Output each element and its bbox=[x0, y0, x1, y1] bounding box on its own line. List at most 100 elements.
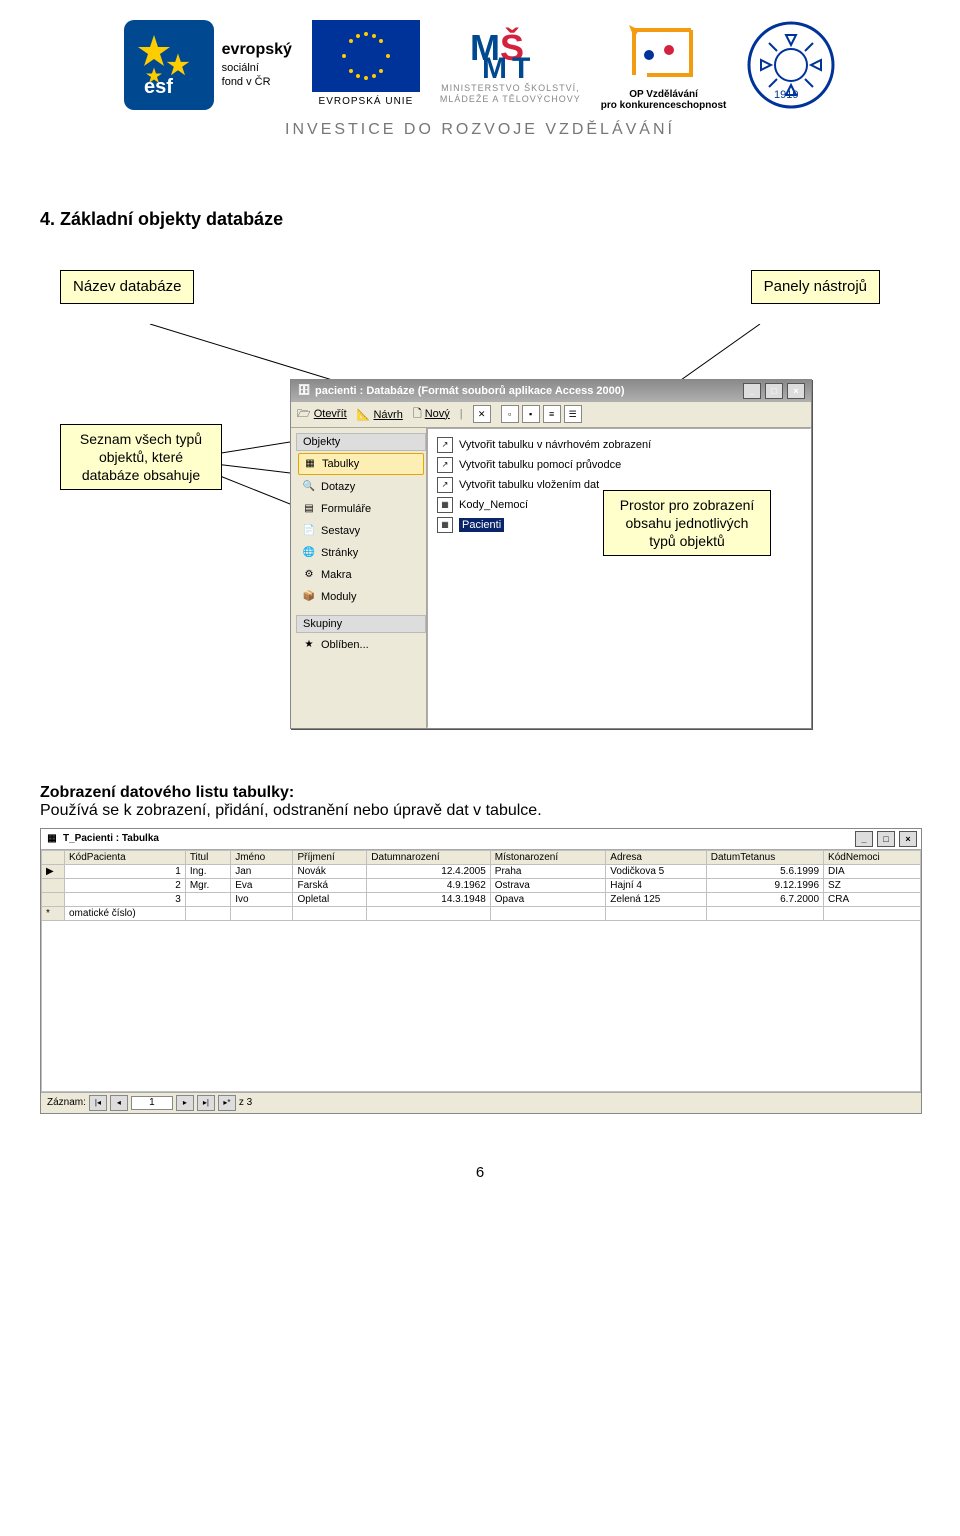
col-kodpacienta[interactable]: KódPacienta bbox=[65, 850, 186, 864]
esf-line3: fond v ČR bbox=[222, 76, 271, 88]
opvk-text: OP Vzdělávání pro konkurenceschopnost bbox=[601, 89, 727, 111]
table-title-text: T_Pacienti : Tabulka bbox=[63, 833, 159, 844]
sidebar-item-pages[interactable]: 🌐Stránky bbox=[298, 543, 424, 563]
sidebar-item-tables[interactable]: ▦Tabulky bbox=[298, 453, 424, 475]
macro-icon: ⚙ bbox=[302, 568, 316, 582]
table-row[interactable]: 2 Mgr. Eva Farská 4.9.1962 Ostrava Hajní… bbox=[42, 878, 921, 892]
db-title-text: pacienti : Databáze (Formát souborů apli… bbox=[315, 385, 625, 397]
design-button[interactable]: 📐 Návrh bbox=[357, 408, 403, 421]
svg-text:M: M bbox=[482, 52, 507, 80]
page-icon: 🌐 bbox=[302, 546, 316, 560]
sidebar-item-queries[interactable]: 🔍Dotazy bbox=[298, 477, 424, 497]
svg-text:T: T bbox=[512, 52, 530, 80]
table-icon: ▦ bbox=[45, 832, 59, 846]
table-icon: ▦ bbox=[437, 497, 453, 513]
db-titlebar[interactable]: 🗄 pacienti : Databáze (Formát souborů ap… bbox=[291, 380, 811, 402]
form-icon: ▤ bbox=[302, 502, 316, 516]
col-adresa[interactable]: Adresa bbox=[606, 850, 706, 864]
close-button[interactable]: × bbox=[787, 383, 805, 399]
esf-line2: sociální bbox=[222, 62, 259, 74]
star-icon: ★ bbox=[302, 638, 316, 652]
open-button[interactable]: 🗁 Otevřít bbox=[297, 405, 347, 424]
module-icon: 📦 bbox=[302, 590, 316, 604]
maximize-button[interactable]: □ bbox=[765, 383, 783, 399]
svg-text:esf: esf bbox=[144, 76, 173, 98]
table-icon: ▦ bbox=[303, 457, 317, 471]
callout-db-name: Název databáze bbox=[60, 270, 194, 304]
sidebar-item-reports[interactable]: 📄Sestavy bbox=[298, 521, 424, 541]
nav-next-button[interactable]: ▸ bbox=[176, 1095, 194, 1111]
nav-first-button[interactable]: |◂ bbox=[89, 1095, 107, 1111]
tagline: INVESTICE DO ROZVOJE VZDĚLÁVÁNÍ bbox=[40, 121, 920, 139]
cog-logo-icon: 1919 bbox=[746, 20, 836, 110]
new-button[interactable]: 🗋 Nový bbox=[413, 405, 450, 424]
wizard-icon: ↗ bbox=[437, 457, 453, 473]
msmt-icon: M Š M T bbox=[470, 20, 550, 80]
esf-line1: evropský bbox=[222, 41, 292, 58]
esf-badge-icon: esf bbox=[124, 20, 214, 110]
sidebar-item-modules[interactable]: 📦Moduly bbox=[298, 587, 424, 607]
opvk-icon bbox=[619, 20, 709, 86]
msmt-text: MINISTERSTVO ŠKOLSTVÍ, MLÁDEŽE A TĚLOVÝC… bbox=[440, 83, 581, 105]
db-window: 🗄 pacienti : Databáze (Formát souborů ap… bbox=[290, 379, 812, 729]
view-detail-icon[interactable]: ☰ bbox=[564, 405, 582, 423]
subsection-body: Používá se k zobrazení, přidání, odstran… bbox=[40, 802, 542, 819]
wizard-icon: ↗ bbox=[437, 477, 453, 493]
esf-text: evropský sociální fond v ČR bbox=[222, 40, 292, 89]
db-sidebar-header: Objekty bbox=[296, 433, 426, 451]
wizard-icon: ↗ bbox=[437, 437, 453, 453]
datasheet[interactable]: KódPacienta Titul Jméno Příjmení Datumna… bbox=[41, 850, 921, 921]
section-title: 4. Základní objekty databáze bbox=[40, 209, 920, 230]
eu-flag-icon bbox=[312, 20, 420, 92]
table-row-new[interactable]: * omatické číslo) bbox=[42, 906, 921, 920]
header-logos: esf evropský sociální fond v ČR bbox=[40, 20, 920, 111]
view-large-icon[interactable]: ▫ bbox=[501, 405, 519, 423]
view-small-icon[interactable]: ▪ bbox=[522, 405, 540, 423]
col-kodnemoci[interactable]: KódNemoci bbox=[824, 850, 921, 864]
nav-last-button[interactable]: ▸| bbox=[197, 1095, 215, 1111]
subsection: Zobrazení datového listu tabulky: Použív… bbox=[40, 784, 920, 820]
nav-total: z 3 bbox=[239, 1097, 252, 1108]
sidebar-item-forms[interactable]: ▤Formuláře bbox=[298, 499, 424, 519]
view-list-icon[interactable]: ≡ bbox=[543, 405, 561, 423]
col-titul[interactable]: Titul bbox=[185, 850, 230, 864]
db-icon: 🗄 bbox=[297, 384, 311, 398]
minimize-button[interactable]: _ bbox=[855, 831, 873, 847]
close-button[interactable]: × bbox=[899, 831, 917, 847]
table-window: ▦ T_Pacienti : Tabulka _ □ × KódPacienta… bbox=[40, 828, 922, 1114]
query-icon: 🔍 bbox=[302, 480, 316, 494]
col-datumtetanus[interactable]: DatumTetanus bbox=[706, 850, 823, 864]
col-prijmeni[interactable]: Příjmení bbox=[293, 850, 367, 864]
esf-logo: esf evropský sociální fond v ČR bbox=[124, 20, 292, 110]
nav-new-button[interactable]: ▸* bbox=[218, 1095, 236, 1111]
db-main: ↗Vytvořit tabulku v návrhovém zobrazení … bbox=[427, 428, 811, 728]
record-navigator: Záznam: |◂ ◂ 1 ▸ ▸| ▸* z 3 bbox=[41, 1092, 921, 1113]
table-row[interactable]: 3 Ivo Opletal 14.3.1948 Opava Zelená 125… bbox=[42, 892, 921, 906]
nav-current-input[interactable]: 1 bbox=[131, 1096, 173, 1110]
db-toolbar: 🗁 Otevřít 📐 Návrh 🗋 Nový | ✕ ▫ ▪ ≡ ☰ bbox=[291, 402, 811, 428]
col-mistonarozeni[interactable]: Místonarození bbox=[490, 850, 606, 864]
delete-icon[interactable]: ✕ bbox=[473, 405, 491, 423]
db-sidebar-groups: Skupiny bbox=[296, 615, 426, 633]
report-icon: 📄 bbox=[302, 524, 316, 538]
opvk-logo: OP Vzdělávání pro konkurenceschopnost bbox=[601, 20, 727, 111]
table-icon: ▦ bbox=[437, 517, 453, 533]
callout-toolbars: Panely nástrojů bbox=[751, 270, 880, 304]
eu-logo: EVROPSKÁ UNIE bbox=[312, 20, 420, 107]
eu-caption: EVROPSKÁ UNIE bbox=[319, 96, 414, 107]
main-create-design[interactable]: ↗Vytvořit tabulku v návrhovém zobrazení bbox=[434, 435, 804, 455]
maximize-button[interactable]: □ bbox=[877, 831, 895, 847]
main-create-wizard[interactable]: ↗Vytvořit tabulku pomocí průvodce bbox=[434, 455, 804, 475]
table-header-row: KódPacienta Titul Jméno Příjmení Datumna… bbox=[42, 850, 921, 864]
callout-content-area: Prostor pro zobrazení obsahu jednotlivýc… bbox=[603, 490, 771, 557]
sidebar-item-macros[interactable]: ⚙Makra bbox=[298, 565, 424, 585]
sidebar-item-favorites[interactable]: ★Oblíben... bbox=[298, 635, 424, 655]
nav-prev-button[interactable]: ◂ bbox=[110, 1095, 128, 1111]
minimize-button[interactable]: _ bbox=[743, 383, 761, 399]
db-sidebar: Objekty ▦Tabulky 🔍Dotazy ▤Formuláře 📄Ses… bbox=[291, 428, 427, 728]
table-titlebar[interactable]: ▦ T_Pacienti : Tabulka _ □ × bbox=[41, 829, 921, 850]
col-datumnarozeni[interactable]: Datumnarození bbox=[367, 850, 491, 864]
svg-text:1919: 1919 bbox=[774, 89, 798, 101]
table-row[interactable]: ▶ 1 Ing. Jan Novák 12.4.2005 Praha Vodič… bbox=[42, 864, 921, 878]
col-jmeno[interactable]: Jméno bbox=[231, 850, 293, 864]
